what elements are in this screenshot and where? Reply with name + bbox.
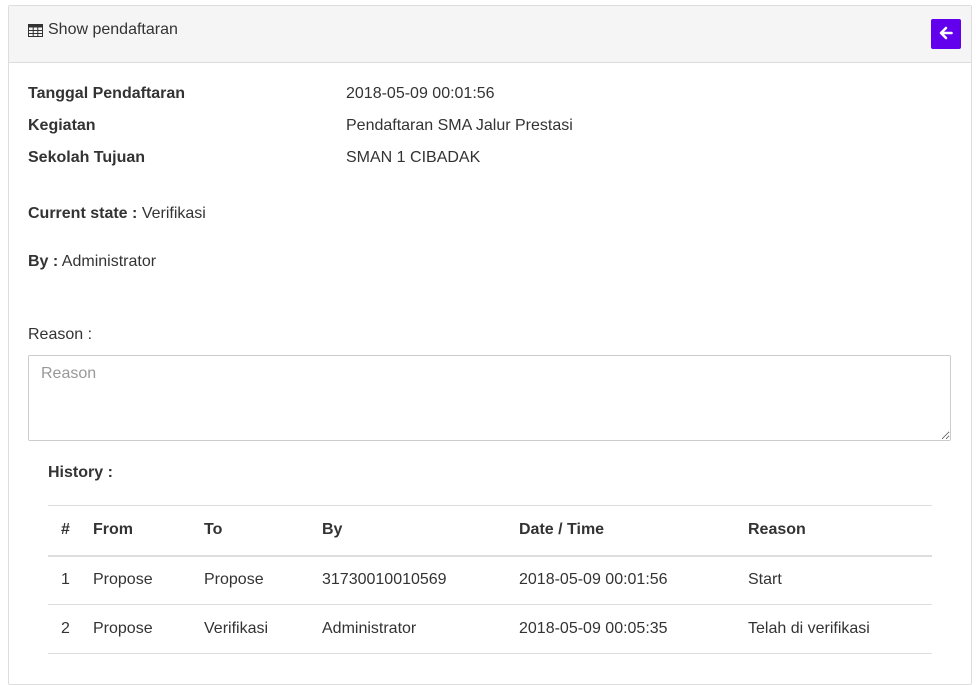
- reason-label: Reason :: [28, 326, 93, 343]
- cell-reason: Start: [735, 555, 932, 605]
- column-header-number: #: [48, 505, 80, 557]
- table-icon: [28, 23, 43, 37]
- cell-from: Propose: [80, 555, 191, 605]
- column-header-to: To: [191, 505, 309, 557]
- table-row: 1 Propose Propose 31730010010569 2018-05…: [48, 555, 932, 605]
- cell-from: Propose: [80, 604, 191, 654]
- detail-label: Sekolah Tujuan: [28, 149, 146, 166]
- panel-heading: Show pendaftaran: [9, 6, 971, 63]
- column-header-from: From: [80, 505, 191, 557]
- current-state-label: Current state :: [28, 205, 138, 222]
- column-header-reason: Reason: [735, 505, 932, 557]
- arrow-left-icon: [939, 26, 953, 43]
- cell-to: Verifikasi: [191, 604, 309, 654]
- state-by-value: Administrator: [61, 253, 157, 270]
- cell-reason: Telah di verifikasi: [735, 604, 932, 654]
- panel-title-text: Show pendaftaran: [48, 21, 178, 38]
- current-state-value: Verifikasi: [141, 205, 206, 222]
- state-by: By : Administrator: [28, 253, 156, 271]
- history-table: # From To By Date / Time Reason 1 Propos…: [48, 505, 932, 654]
- cell-number: 1: [48, 555, 80, 605]
- detail-value: SMAN 1 CIBADAK: [346, 149, 481, 166]
- detail-label: Tanggal Pendaftaran: [28, 85, 186, 102]
- cell-to: Propose: [191, 555, 309, 605]
- cell-by: 31730010010569: [309, 555, 506, 605]
- column-header-datetime: Date / Time: [506, 505, 735, 557]
- detail-value: Pendaftaran SMA Jalur Prestasi: [346, 117, 573, 134]
- panel-title: Show pendaftaran: [28, 21, 178, 39]
- back-button[interactable]: [931, 19, 961, 49]
- detail-label: Kegiatan: [28, 117, 96, 134]
- detail-value: 2018-05-09 00:01:56: [346, 85, 495, 102]
- current-state: Current state : Verifikasi: [28, 205, 206, 223]
- table-row: 2 Propose Verifikasi Administrator 2018-…: [48, 604, 932, 654]
- cell-by: Administrator: [309, 604, 506, 654]
- history-title: History :: [48, 464, 113, 481]
- show-pendaftaran-panel: Show pendaftaran Tanggal Pendaftaran 201…: [8, 5, 972, 685]
- cell-number: 2: [48, 604, 80, 654]
- column-header-by: By: [309, 505, 506, 557]
- reason-textarea[interactable]: [28, 355, 951, 441]
- history-header-row: # From To By Date / Time Reason: [48, 505, 932, 557]
- state-by-label: By :: [28, 253, 59, 270]
- cell-datetime: 2018-05-09 00:05:35: [506, 604, 735, 654]
- cell-datetime: 2018-05-09 00:01:56: [506, 555, 735, 605]
